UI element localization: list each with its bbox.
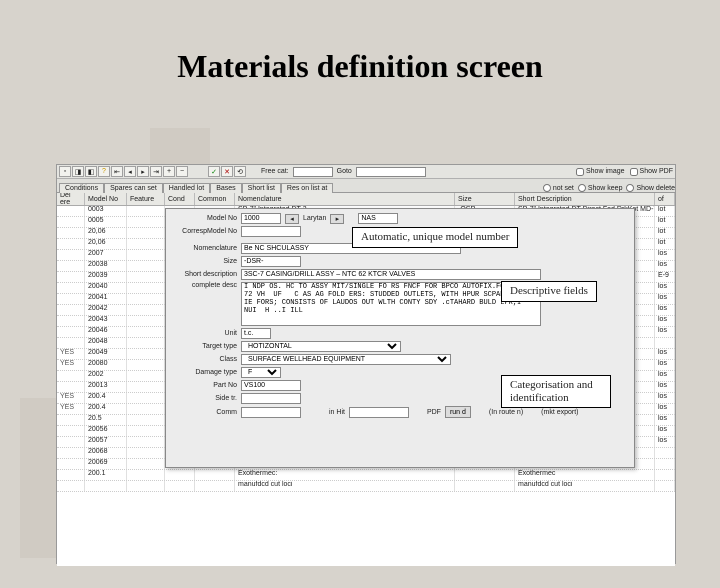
partno-input[interactable] — [241, 380, 301, 391]
damagetype-label: Damage type — [172, 369, 237, 376]
page-title: Materials definition screen — [0, 48, 720, 85]
innit-input[interactable] — [349, 407, 409, 418]
goto-input[interactable] — [356, 167, 426, 177]
app-window: ▫ ◨ ◧ ? ⇤ ◂ ▸ ⇥ + − ✓ ✕ ⟲ Free cat: Goto… — [56, 164, 676, 564]
tab-resonlist[interactable]: Res on list at — [281, 183, 333, 193]
sidetr-label: Side tr. — [172, 395, 237, 402]
tool-btn-check[interactable]: ✓ — [208, 166, 220, 177]
freecat-input[interactable] — [293, 167, 333, 177]
tool-btn-prev[interactable]: ◂ — [124, 166, 136, 177]
hdr-cond[interactable]: Cond — [165, 193, 195, 205]
hdr-comm[interactable]: Common — [195, 193, 235, 205]
tab-conditions[interactable]: Conditions — [59, 183, 104, 193]
targettype-label: Target type — [172, 343, 237, 350]
table-row[interactable]: manufdcd cut loci manufdcd cut loci — [57, 481, 675, 492]
showimage-check[interactable]: Show image — [576, 168, 625, 176]
opt-notset[interactable]: not set — [543, 184, 574, 192]
tabs-row: Conditions Spares can set Handled lot Ba… — [57, 179, 675, 193]
tab-shortlist[interactable]: Short list — [242, 183, 281, 193]
comm-label: Comm — [172, 409, 237, 416]
fulldesc-input[interactable]: I NDP OS. HC TO ASSY MIT/SINGLE FO RS FN… — [241, 282, 541, 326]
nas-input[interactable] — [358, 213, 398, 224]
tool-btn-minus[interactable]: − — [176, 166, 188, 177]
tool-btn-x[interactable]: ✕ — [221, 166, 233, 177]
innit-label: in Hit — [329, 409, 345, 416]
class-label: Class — [172, 356, 237, 363]
partno-label: Part No — [172, 382, 237, 389]
pdf-label: PDF — [427, 409, 441, 416]
larytan-prev[interactable]: ◂ — [285, 214, 299, 224]
tab-spares[interactable]: Spares can set — [104, 183, 163, 193]
hdr-feat[interactable]: Feature — [127, 193, 165, 205]
shortdesc-input[interactable] — [241, 269, 541, 280]
hdr-size[interactable]: Size — [455, 193, 515, 205]
tool-btn-3[interactable]: ◧ — [85, 166, 97, 177]
shortdesc-label: Short description — [172, 271, 237, 278]
unit-label: Unit — [172, 330, 237, 337]
larytan-label: Larytan — [303, 215, 326, 222]
pdf-run-button[interactable]: run d — [445, 406, 471, 418]
callout-categorisation: Categorisation and identification — [501, 375, 611, 408]
tool-btn-last[interactable]: ⇥ — [150, 166, 162, 177]
tool-btn-1[interactable]: ▫ — [59, 166, 71, 177]
callout-descriptive: Descriptive fields — [501, 281, 597, 302]
hdr-nomen[interactable]: Nomenclature — [235, 193, 455, 205]
comm-input[interactable] — [241, 407, 301, 418]
hdr-sc[interactable]: of — [655, 193, 675, 205]
opt-showdelete[interactable]: Show delete — [626, 184, 675, 192]
corresp-label: CorrespModel No — [172, 228, 237, 235]
grid-header: Del ere Model No Feature Cond Common Nom… — [57, 193, 675, 206]
goto-label: Goto — [337, 168, 352, 175]
tool-btn-first[interactable]: ⇤ — [111, 166, 123, 177]
targettype-select[interactable]: HOTIZONTAL — [241, 341, 401, 352]
nomen-label: Nomenclature — [172, 245, 237, 252]
note2: (mkt export) — [541, 409, 578, 416]
size-input[interactable] — [241, 256, 301, 267]
table-row[interactable]: 200.1Exothermec:Exothermec — [57, 470, 675, 481]
unit-input[interactable] — [241, 328, 271, 339]
tab-bases[interactable]: Bases — [210, 183, 241, 193]
tab-handled[interactable]: Handled lot — [163, 183, 210, 193]
opt-showkeep[interactable]: Show keep — [578, 184, 623, 192]
modelno-input[interactable] — [241, 213, 281, 224]
corresp-input[interactable] — [241, 226, 301, 237]
tool-btn-help[interactable]: ? — [98, 166, 110, 177]
class-select[interactable]: SURFACE WELLHEAD EQUIPMENT — [241, 354, 451, 365]
fulldesc-label: complete desc — [172, 282, 237, 289]
damagetype-select[interactable]: F — [241, 367, 281, 378]
sidetr-input[interactable] — [241, 393, 301, 404]
tool-btn-undo[interactable]: ⟲ — [234, 166, 246, 177]
hdr-short[interactable]: Short Description — [515, 193, 655, 205]
callout-modelnumber: Automatic, unique model number — [352, 227, 518, 248]
hdr-model[interactable]: Model No — [85, 193, 127, 205]
toolbar: ▫ ◨ ◧ ? ⇤ ◂ ▸ ⇥ + − ✓ ✕ ⟲ Free cat: Goto… — [57, 165, 675, 179]
showpdf-check[interactable]: Show PDF — [630, 168, 673, 176]
note1: (In route n) — [489, 409, 523, 416]
hdr-del[interactable]: Del ere — [57, 193, 85, 205]
tool-btn-2[interactable]: ◨ — [72, 166, 84, 177]
freecat-label: Free cat: — [261, 168, 289, 175]
modelno-label: Model No — [172, 215, 237, 222]
tool-btn-plus[interactable]: + — [163, 166, 175, 177]
larytan-next[interactable]: ▸ — [330, 214, 344, 224]
size-label: Size — [172, 258, 237, 265]
tool-btn-next[interactable]: ▸ — [137, 166, 149, 177]
